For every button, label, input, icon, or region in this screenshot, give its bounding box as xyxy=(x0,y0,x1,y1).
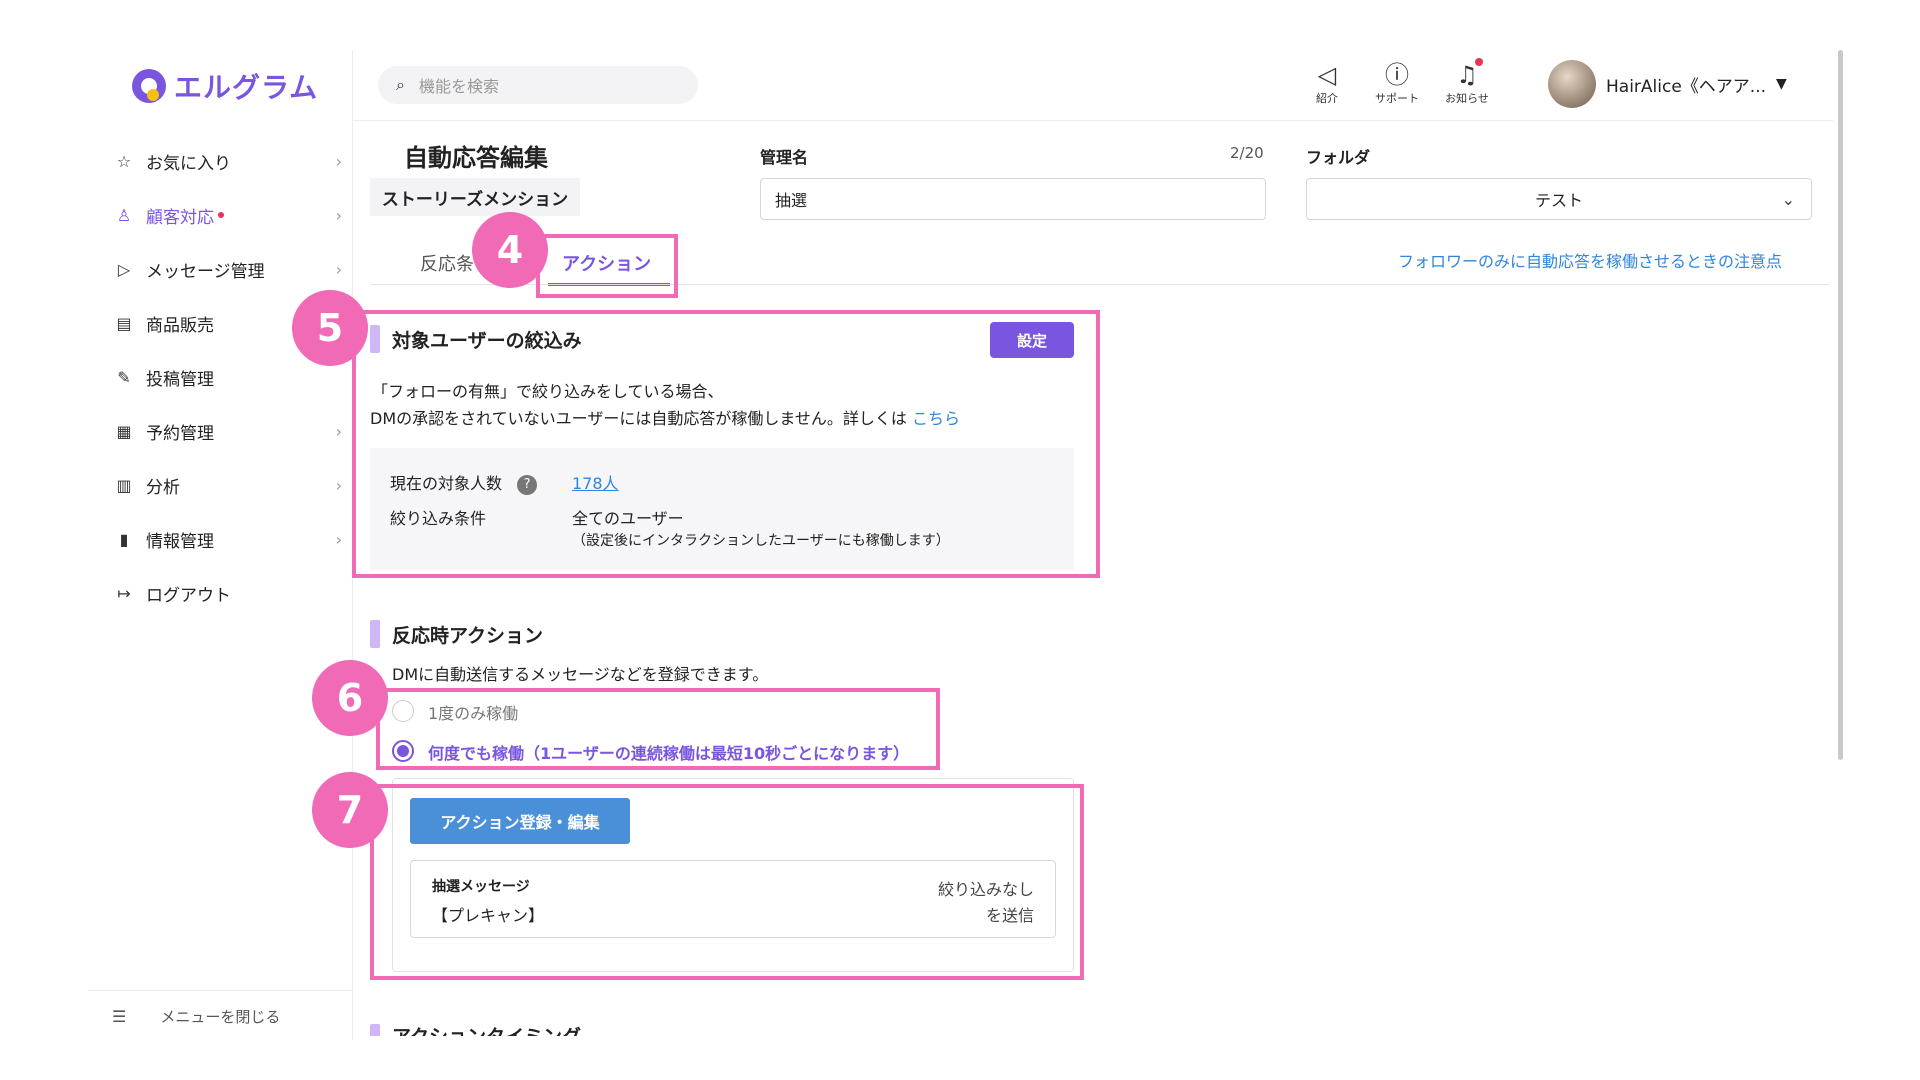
chevron-right-icon: › xyxy=(335,529,342,549)
user-icon: ♙ xyxy=(116,205,132,225)
highlight-box-6 xyxy=(376,688,940,770)
chevron-right-icon: › xyxy=(335,475,342,495)
search-placeholder: 機能を検索 xyxy=(418,77,499,96)
sidebar-item-label: 商品販売 xyxy=(146,315,214,336)
annotation-badge-6: 6 xyxy=(312,660,388,736)
highlight-box-7 xyxy=(370,784,1084,980)
sidebar-item-label: 予約管理 xyxy=(146,423,214,444)
folder-label: フォルダ xyxy=(1306,148,1371,167)
brand-logo[interactable]: エルグラム xyxy=(132,66,318,106)
sidebar-item-label: 投稿管理 xyxy=(146,369,214,390)
search-input[interactable]: ⌕ 機能を検索 xyxy=(378,66,698,104)
shop-icon: ▤ xyxy=(116,313,132,333)
annotation-badge-5: 5 xyxy=(292,290,368,366)
support-button[interactable]: ⓘ サポート xyxy=(1362,60,1432,106)
sidebar-item-favorites[interactable]: ☆ お気に入り › xyxy=(112,134,342,188)
logo-mark-icon xyxy=(132,69,166,103)
page-title: 自動応答編集 xyxy=(404,144,548,172)
sidebar-item-label: 分析 xyxy=(146,477,180,498)
name-label: 管理名 xyxy=(760,148,809,167)
highlight-box-4 xyxy=(536,234,678,298)
reaction-section-title: 反応時アクション xyxy=(392,625,544,647)
folder-value: テスト xyxy=(1534,191,1583,210)
section-accent xyxy=(370,1024,380,1036)
notification-dot xyxy=(1475,58,1483,66)
search-icon: ⌕ xyxy=(396,75,405,94)
support-label: サポート xyxy=(1375,92,1419,105)
chevron-right-icon: › xyxy=(335,259,342,279)
close-menu-label: メニューを閉じる xyxy=(160,1007,281,1026)
section-accent xyxy=(370,620,380,648)
next-section-clip: アクションタイミング xyxy=(360,1018,760,1036)
sidebar-item-info[interactable]: ▮ 情報管理 › xyxy=(112,512,342,566)
response-type-chip: ストーリーズメンション xyxy=(370,178,580,216)
help-icon: ⓘ xyxy=(1385,61,1409,89)
user-menu[interactable]: HairAlice《ヘアア... ▼ xyxy=(1548,60,1787,108)
sidebar-item-label: ログアウト xyxy=(146,585,231,606)
sidebar-item-logout[interactable]: ↦ ログアウト xyxy=(112,566,342,620)
sidebar-item-analytics[interactable]: ▥ 分析 › xyxy=(112,458,342,512)
sidebar-item-customer[interactable]: ♙ 顧客対応 › xyxy=(112,188,342,242)
logout-icon: ↦ xyxy=(117,583,131,603)
chevron-right-icon: › xyxy=(335,205,342,225)
follower-notice-link[interactable]: フォロワーのみに自動応答を稼働させるときの注意点 xyxy=(1398,248,1782,272)
chevron-right-icon: › xyxy=(335,151,342,171)
chart-icon: ▮ xyxy=(119,529,129,549)
notifications-label: お知らせ xyxy=(1445,92,1489,105)
close-menu-button[interactable]: ☰ メニューを閉じる xyxy=(88,990,352,1041)
next-section-title: アクションタイミング xyxy=(392,1022,581,1036)
notification-dot xyxy=(218,212,224,218)
chevron-down-icon: ⌄ xyxy=(1781,189,1795,209)
sidebar-item-messages[interactable]: ▷ メッセージ管理 › xyxy=(112,242,342,296)
sidebar-item-label: 顧客対応 xyxy=(146,207,214,228)
menu-collapse-icon: ☰ xyxy=(112,1006,127,1026)
intro-button[interactable]: ◁ 紹介 xyxy=(1292,60,1362,106)
reaction-desc: DMに自動送信するメッセージなどを登録できます。 xyxy=(392,665,769,684)
megaphone-icon: ◁ xyxy=(1317,61,1337,89)
sidebar-item-label: お気に入り xyxy=(146,153,231,174)
intro-label: 紹介 xyxy=(1316,92,1338,105)
header-divider xyxy=(353,120,1833,121)
notifications-button[interactable]: ♫ お知らせ xyxy=(1432,58,1502,106)
highlight-box-5 xyxy=(352,310,1100,578)
calendar-icon: ▦ xyxy=(116,421,132,441)
sidebar-item-label: 情報管理 xyxy=(146,531,214,552)
sidebar: エルグラム ☆ お気に入り › ♙ 顧客対応 › ▷ メッセージ管理 › ▤ 商… xyxy=(88,50,353,1040)
edit-icon: ✎ xyxy=(117,367,131,387)
scrollbar[interactable] xyxy=(1838,50,1843,760)
name-value: 抽選 xyxy=(775,191,808,210)
brand-name: エルグラム xyxy=(174,71,319,104)
folder-select[interactable]: テスト ⌄ xyxy=(1306,178,1812,220)
send-icon: ▷ xyxy=(117,259,131,279)
annotation-badge-4: 4 xyxy=(472,212,548,288)
sidebar-item-reservations[interactable]: ▦ 予約管理 › xyxy=(112,404,342,458)
sidebar-item-label: メッセージ管理 xyxy=(146,261,265,282)
chevron-right-icon: › xyxy=(335,421,342,441)
user-name: HairAlice《ヘアア... xyxy=(1606,76,1767,97)
report-icon: ▥ xyxy=(116,475,132,495)
avatar xyxy=(1548,60,1596,108)
name-counter: 2/20 xyxy=(1230,144,1264,162)
annotation-badge-7: 7 xyxy=(312,772,388,848)
sidebar-nav: ☆ お気に入り › ♙ 顧客対応 › ▷ メッセージ管理 › ▤ 商品販売 ✎ … xyxy=(112,134,342,620)
bell-icon: ♫ xyxy=(1456,61,1478,89)
tab-conditions[interactable]: 反応条 xyxy=(420,250,474,276)
star-icon: ☆ xyxy=(116,151,132,171)
caret-down-icon: ▼ xyxy=(1776,76,1787,92)
name-field[interactable]: 抽選 xyxy=(760,178,1266,220)
